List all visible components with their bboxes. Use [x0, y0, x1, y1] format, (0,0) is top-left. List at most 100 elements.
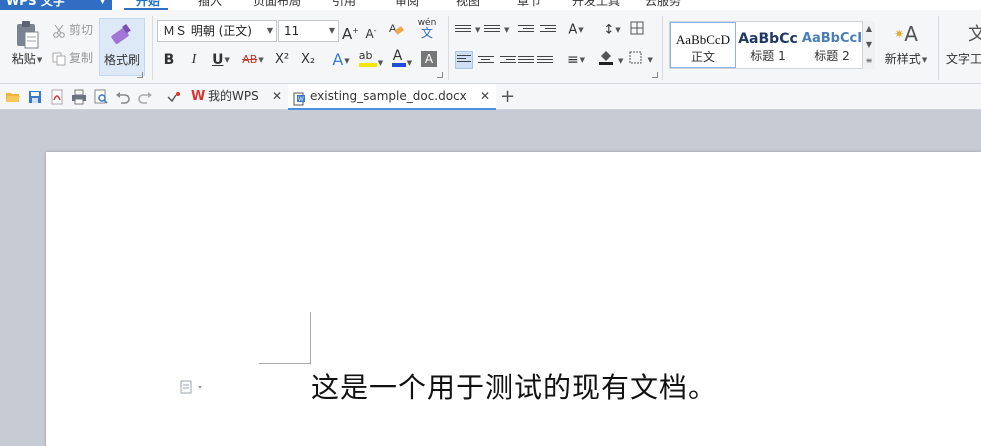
app-menu-button[interactable]: WPS 文字 ▼	[0, 0, 112, 10]
sort-icon: ↕	[603, 22, 615, 38]
clear-format-button[interactable]: A	[387, 20, 405, 42]
phonetic-guide-icon: wén 文	[417, 18, 437, 40]
font-launcher-icon[interactable]	[437, 72, 443, 78]
cut-button[interactable]: 剪切	[52, 22, 93, 38]
highlight-button[interactable]: ab ▼	[356, 49, 386, 71]
table-grid-button[interactable]	[628, 20, 646, 42]
style-sample: AaBbCc	[738, 31, 798, 47]
style-name: 正文	[690, 50, 715, 64]
styles-scroll[interactable]: ▲ ▼ ≡	[862, 21, 875, 69]
new-tab-button[interactable]: +	[500, 86, 515, 108]
line-spacing-icon: ≡	[566, 52, 579, 68]
underline-button[interactable]: U▼	[208, 49, 234, 71]
close-icon[interactable]: ✕	[272, 84, 282, 109]
app-name: WPS 文字	[6, 0, 65, 8]
undo-icon[interactable]	[115, 89, 131, 105]
text-tools-button[interactable]: 文 文字工	[946, 20, 981, 66]
tab-cloud[interactable]: 云服务	[645, 0, 681, 8]
folder-open-icon[interactable]	[5, 89, 21, 105]
tab-view[interactable]: 视图	[456, 0, 480, 8]
document-tab-bar: W 我的WPS ✕ W existing_sample_doc.docx ✕ +	[0, 84, 981, 110]
new-style-button[interactable]: ✷A 新样式▼	[880, 20, 932, 67]
chevron-down-icon[interactable]: ▼	[863, 37, 875, 53]
print-icon[interactable]	[71, 89, 87, 105]
sort-button[interactable]: ↕▼	[599, 19, 625, 41]
style-heading-2[interactable]: AaBbCcI 标题 2	[800, 22, 864, 68]
paragraph-launcher-icon[interactable]	[652, 72, 658, 78]
shading-button[interactable]: ▼	[597, 49, 625, 71]
style-sample: AaBbCcD	[675, 32, 731, 47]
redo-icon[interactable]	[137, 89, 153, 105]
tab-document[interactable]: W existing_sample_doc.docx ✕	[288, 84, 496, 110]
export-pdf-icon[interactable]	[49, 89, 65, 105]
menu-bar: WPS 文字 ▼ 开始 插入 页面布局 引用 审阅 视图 章节 开发工具 云服务	[0, 0, 981, 10]
bullet-list-icon[interactable]	[455, 23, 471, 37]
font-size-value: 11	[284, 24, 300, 38]
paragraph-handle-icon[interactable]	[180, 380, 206, 394]
line-spacing-button[interactable]: ≡▼	[563, 49, 589, 71]
strikethrough-button[interactable]: AB▼	[238, 49, 268, 71]
group-divider	[152, 16, 153, 80]
styles-gallery: AaBbCcD 正文 AaBbCc 标题 1 AaBbCcI 标题 2	[669, 21, 865, 69]
style-name: 标题 1	[750, 49, 786, 63]
bold-button[interactable]: B	[160, 49, 178, 71]
shrink-font-icon: A	[365, 27, 374, 41]
svg-text:W: W	[298, 97, 304, 103]
decrease-indent-icon[interactable]	[518, 23, 534, 37]
tab-developer[interactable]: 开发工具	[572, 0, 620, 8]
style-normal[interactable]: AaBbCcD 正文	[670, 22, 736, 68]
copy-label: 复制	[69, 51, 94, 65]
align-left-button[interactable]	[455, 51, 473, 69]
tab-insert[interactable]: 插入	[198, 0, 222, 8]
tab-chapter[interactable]: 章节	[517, 0, 541, 8]
clipboard-launcher-icon[interactable]	[137, 72, 143, 78]
font-color-button[interactable]: A ▼	[388, 48, 416, 71]
font-name-select[interactable]: ＭＳ 明朝 (正文) ▼	[157, 20, 277, 42]
close-icon[interactable]: ✕	[480, 84, 490, 109]
print-preview-icon[interactable]	[93, 89, 109, 105]
align-right-icon[interactable]	[500, 54, 516, 68]
chevron-down-icon: ▼	[328, 26, 335, 35]
customize-quick-access-icon[interactable]	[166, 89, 182, 105]
grow-font-button[interactable]: A+	[342, 20, 359, 43]
border-button[interactable]: ▼	[628, 49, 654, 71]
style-heading-1[interactable]: AaBbCc 标题 1	[736, 22, 800, 68]
svg-text:A: A	[389, 23, 397, 35]
paste-button[interactable]: 粘贴▼	[6, 20, 48, 67]
shrink-font-button[interactable]: A-	[363, 20, 379, 42]
font-size-select[interactable]: 11 ▼	[278, 20, 339, 42]
char-shading-button[interactable]: A	[421, 51, 437, 67]
new-style-icon: ✷A	[894, 22, 918, 46]
chinese-layout-button[interactable]: A▼	[563, 19, 589, 41]
border-icon	[629, 51, 646, 68]
chevron-up-icon[interactable]: ▲	[863, 21, 875, 37]
tab-references[interactable]: 引用	[332, 0, 356, 8]
italic-button[interactable]: I	[186, 49, 202, 71]
increase-indent-icon[interactable]	[540, 23, 556, 37]
tab-page-layout[interactable]: 页面布局	[253, 0, 301, 8]
superscript-button[interactable]: X²	[272, 49, 292, 71]
tab-home[interactable]: 开始	[136, 0, 160, 8]
scissors-icon	[52, 24, 66, 38]
text-effect-button[interactable]: A▼	[328, 49, 354, 71]
copy-button[interactable]: 复制	[52, 50, 93, 66]
save-icon[interactable]	[27, 89, 43, 105]
justify-icon[interactable]	[518, 54, 534, 68]
document-workspace[interactable]: 这是一个用于测试的现有文档。	[0, 110, 981, 446]
tab-my-wps[interactable]: W 我的WPS ✕	[186, 84, 288, 110]
document-body-text[interactable]: 这是一个用于测试的现有文档。	[311, 366, 717, 406]
chevron-down-icon: ▼	[99, 0, 106, 6]
document-page[interactable]: 这是一个用于测试的现有文档。	[46, 152, 981, 446]
subscript-button[interactable]: X₂	[298, 49, 318, 71]
strikethrough-icon: AB	[242, 53, 258, 66]
align-center-icon[interactable]	[478, 54, 494, 68]
tab-document-label: existing_sample_doc.docx	[310, 89, 467, 103]
cut-label: 剪切	[69, 23, 94, 37]
numbered-list-icon[interactable]	[484, 23, 500, 37]
phonetic-guide-button[interactable]: wén 文	[412, 18, 442, 40]
distributed-align-icon[interactable]	[537, 54, 553, 68]
more-icon[interactable]: ≡	[863, 53, 875, 69]
tab-review[interactable]: 审阅	[395, 0, 419, 8]
font-name-value: ＭＳ 明朝 (正文)	[163, 24, 252, 38]
format-painter-button[interactable]: 格式刷	[99, 18, 145, 76]
